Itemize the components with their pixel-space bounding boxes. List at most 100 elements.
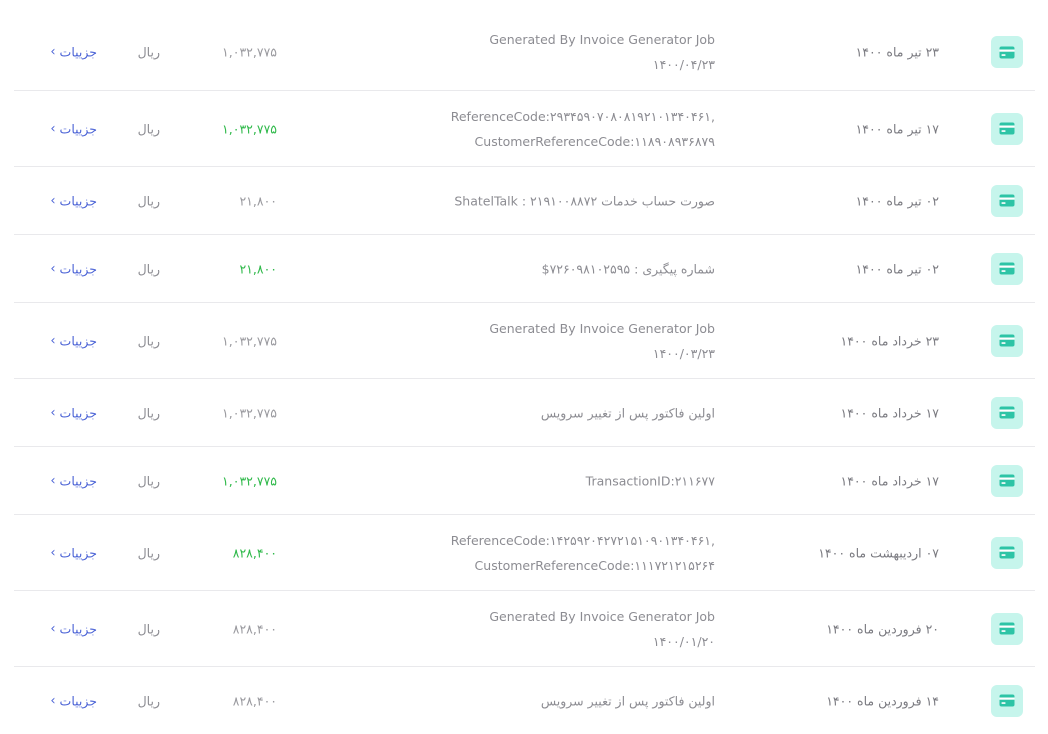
transaction-row: ۲۰ فروردین ماه ۱۴۰۰ Generated By Invoice … xyxy=(14,591,1035,667)
description-line: Generated By Invoice Generator Job xyxy=(489,320,715,336)
currency-label: ریال xyxy=(137,621,160,636)
description-line: ۱۴۰۰/۰۱/۲۰ xyxy=(652,633,715,649)
transaction-description: Generated By Invoice Generator Job ۱۴۰۰/۰… xyxy=(489,604,715,654)
details-link[interactable]: ‹ جزییات xyxy=(50,333,97,348)
currency-label: ریال xyxy=(137,405,160,420)
description-line: ReferenceCode:۲۹۳۴۵۹۰۷۰۸۰۸۱۹۲۱۰۱۳۴۰۴۶۱, xyxy=(450,108,715,124)
details-label: جزییات xyxy=(59,693,97,708)
details-label: جزییات xyxy=(59,333,97,348)
transaction-date: ۱۴ فروردین ماه ۱۴۰۰ xyxy=(826,693,939,708)
chevron-left-icon: ‹ xyxy=(50,545,56,560)
details-link[interactable]: ‹ جزییات xyxy=(50,121,97,136)
transaction-row: ۱۴ فروردین ماه ۱۴۰۰ اولین فاکتور پس از تغ… xyxy=(14,667,1035,734)
description-line: ReferenceCode:۱۴۲۵۹۲۰۴۲۷۲۱۵۱۰۹۰۱۳۴۰۴۶۱, xyxy=(450,532,715,548)
credit-card-icon xyxy=(991,464,1023,497)
transaction-amount: ۲۱,۸۰۰ xyxy=(239,261,277,276)
details-link[interactable]: ‹ جزییات xyxy=(50,405,97,420)
transaction-description: TransactionID:۲۱۱۶۷۷ xyxy=(586,468,715,493)
transaction-row: ۲۳ خرداد ماه ۱۴۰۰ Generated By Invoice Ge… xyxy=(14,303,1035,379)
transaction-amount: ۸۲۸,۴۰۰ xyxy=(232,693,277,708)
chevron-left-icon: ‹ xyxy=(50,261,56,276)
description-line: Generated By Invoice Generator Job xyxy=(489,608,715,624)
details-link[interactable]: ‹ جزییات xyxy=(50,621,97,636)
description-line: CustomerReferenceCode:۱۱۱۷۲۱۲۱۵۲۶۴ xyxy=(474,557,715,573)
credit-card-icon xyxy=(991,252,1023,285)
description-line: ۱۴۰۰/۰۴/۲۳ xyxy=(652,57,715,72)
details-label: جزییات xyxy=(59,621,97,636)
transaction-description: ReferenceCode:۲۹۳۴۵۹۰۷۰۸۰۸۱۹۲۱۰۱۳۴۰۴۶۱, C… xyxy=(451,104,715,154)
chevron-left-icon: ‹ xyxy=(50,405,56,420)
transaction-date: ۰۷ اردیبهشت ماه ۱۴۰۰ xyxy=(818,545,939,560)
credit-card-icon xyxy=(991,112,1023,145)
details-label: جزییات xyxy=(59,193,97,208)
transaction-description: صورت حساب خدمات ShatelTalk : ۲۱۹۱۰۰۸۸۷۲ xyxy=(454,188,715,213)
details-label: جزییات xyxy=(59,121,97,136)
currency-label: ریال xyxy=(137,193,160,208)
transaction-description: Generated By Invoice Generator Job ۱۴۰۰/۰… xyxy=(489,316,715,366)
chevron-left-icon: ‹ xyxy=(50,333,56,348)
transaction-date: ۱۷ خرداد ماه ۱۴۰۰ xyxy=(840,473,940,488)
transaction-description: ReferenceCode:۱۴۲۵۹۲۰۴۲۷۲۱۵۱۰۹۰۱۳۴۰۴۶۱, C… xyxy=(451,528,715,578)
currency-label: ریال xyxy=(137,261,160,276)
chevron-left-icon: ‹ xyxy=(50,473,56,488)
description-line: اولین فاکتور پس از تغییر سرویس xyxy=(540,693,715,708)
transaction-description: اولین فاکتور پس از تغییر سرویس xyxy=(541,688,715,713)
transaction-date: ۲۳ تیر ماه ۱۴۰۰ xyxy=(855,44,939,60)
transaction-row: ۰۲ تیر ماه ۱۴۰۰ صورت حساب خدمات ShatelTal… xyxy=(14,167,1035,235)
description-line: صورت حساب خدمات ShatelTalk : ۲۱۹۱۰۰۸۸۷۲ xyxy=(454,193,715,208)
credit-card-icon xyxy=(991,684,1023,717)
transaction-amount: ۸۲۸,۴۰۰ xyxy=(232,545,277,560)
description-line: TransactionID:۲۱۱۶۷۷ xyxy=(585,473,715,488)
transaction-description: Generated By Invoice Generator Job ۱۴۰۰/۰… xyxy=(489,27,715,77)
details-link[interactable]: ‹ جزییات xyxy=(50,545,97,560)
credit-card-icon xyxy=(991,536,1023,569)
details-label: جزییات xyxy=(59,473,97,488)
credit-card-icon xyxy=(991,612,1023,645)
transaction-amount: ۱,۰۳۲,۷۷۵ xyxy=(222,44,277,60)
transaction-row: ۱۷ خرداد ماه ۱۴۰۰ اولین فاکتور پس از تغیی… xyxy=(14,379,1035,447)
details-link[interactable]: ‹ جزییات xyxy=(50,45,97,60)
transaction-amount: ۱,۰۳۲,۷۷۵ xyxy=(222,405,277,420)
transaction-row: ۲۳ تیر ماه ۱۴۰۰ Generated By Invoice Gene… xyxy=(14,14,1035,91)
chevron-left-icon: ‹ xyxy=(50,693,56,708)
transaction-row: ۱۷ تیر ماه ۱۴۰۰ ReferenceCode:۲۹۳۴۵۹۰۷۰۸۰… xyxy=(14,91,1035,167)
details-link[interactable]: ‹ جزییات xyxy=(50,693,97,708)
currency-label: ریال xyxy=(137,545,160,560)
description-line: Generated By Invoice Generator Job xyxy=(489,32,715,47)
details-label: جزییات xyxy=(59,405,97,420)
description-line: CustomerReferenceCode:۱۱۸۹۰۸۹۳۶۸۷۹ xyxy=(474,133,715,149)
details-label: جزییات xyxy=(59,44,97,60)
description-line: اولین فاکتور پس از تغییر سرویس xyxy=(540,405,715,420)
currency-label: ریال xyxy=(137,333,160,348)
chevron-left-icon: ‹ xyxy=(50,193,56,208)
transaction-description: اولین فاکتور پس از تغییر سرویس xyxy=(541,400,715,425)
transaction-amount: ۲۱,۸۰۰ xyxy=(239,193,277,208)
chevron-left-icon: ‹ xyxy=(50,44,56,60)
details-label: جزییات xyxy=(59,261,97,276)
transaction-description: شماره پیگیری : ۷۲۶۰۹۸۱۰۲۵۹۵$ xyxy=(542,256,715,281)
currency-label: ریال xyxy=(137,121,160,136)
transaction-row: ۰۲ تیر ماه ۱۴۰۰ شماره پیگیری : ۷۲۶۰۹۸۱۰۲۵… xyxy=(14,235,1035,303)
details-label: جزییات xyxy=(59,545,97,560)
transaction-date: ۰۲ تیر ماه ۱۴۰۰ xyxy=(855,193,939,208)
credit-card-icon xyxy=(991,324,1023,357)
description-line: شماره پیگیری : ۷۲۶۰۹۸۱۰۲۵۹۵$ xyxy=(541,261,715,276)
currency-label: ریال xyxy=(137,473,160,488)
description-line: ۱۴۰۰/۰۳/۲۳ xyxy=(652,345,715,361)
credit-card-icon xyxy=(991,184,1023,217)
transaction-date: ۱۷ تیر ماه ۱۴۰۰ xyxy=(855,121,939,136)
details-link[interactable]: ‹ جزییات xyxy=(50,473,97,488)
credit-card-icon xyxy=(991,36,1023,68)
details-link[interactable]: ‹ جزییات xyxy=(50,193,97,208)
transaction-amount: ۱,۰۳۲,۷۷۵ xyxy=(222,473,277,488)
transaction-amount: ۱,۰۳۲,۷۷۵ xyxy=(222,121,277,136)
transaction-date: ۰۲ تیر ماه ۱۴۰۰ xyxy=(855,261,939,276)
transaction-row: ۱۷ خرداد ماه ۱۴۰۰ TransactionID:۲۱۱۶۷۷ ۱,۰… xyxy=(14,447,1035,515)
currency-label: ریال xyxy=(137,693,160,708)
chevron-left-icon: ‹ xyxy=(50,121,56,136)
transaction-date: ۱۷ خرداد ماه ۱۴۰۰ xyxy=(840,405,940,420)
details-link[interactable]: ‹ جزییات xyxy=(50,261,97,276)
credit-card-icon xyxy=(991,396,1023,429)
transactions-list: ۲۳ تیر ماه ۱۴۰۰ Generated By Invoice Gene… xyxy=(14,14,1035,734)
transaction-amount: ۱,۰۳۲,۷۷۵ xyxy=(222,333,277,348)
